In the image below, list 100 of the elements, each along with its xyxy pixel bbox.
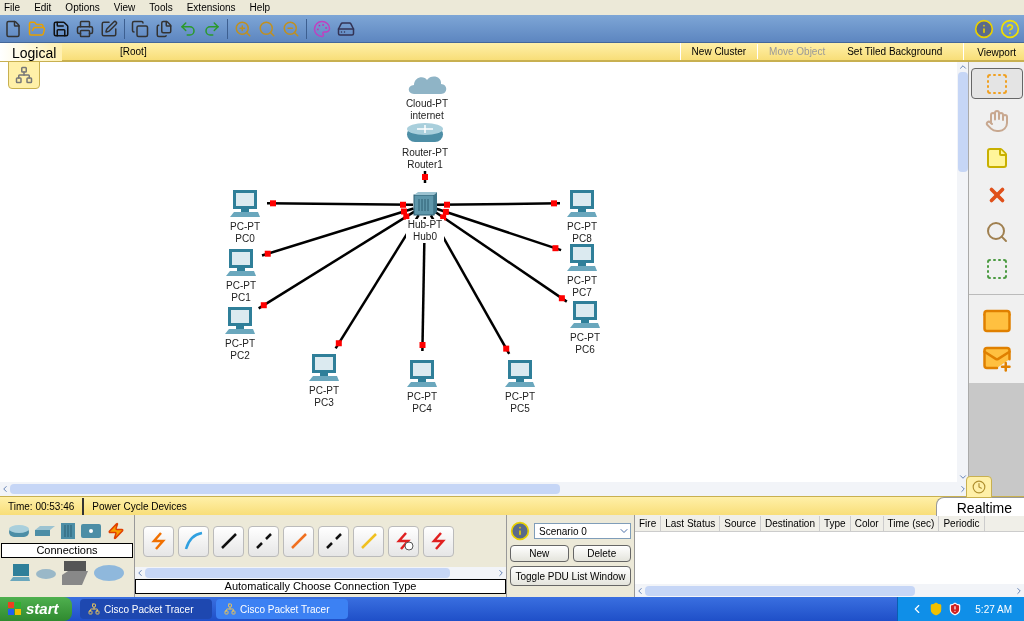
pc-icon [307,353,341,383]
cable-type-button[interactable] [213,525,244,557]
device-name: Hub0 [413,231,437,243]
scroll-down-icon[interactable] [957,472,968,482]
device-name: PC7 [572,287,592,299]
zoom-in-icon[interactable] [234,19,252,38]
vertical-scrollbar[interactable] [957,62,968,482]
device-model: PC-PT [225,338,255,350]
windows-logo-icon [8,602,22,616]
save-icon[interactable] [52,19,70,38]
scroll-right-icon[interactable] [958,484,968,494]
redo-icon[interactable] [203,19,221,38]
column-header[interactable]: Source [720,515,761,531]
realtime-tab[interactable]: Realtime [936,496,1024,516]
cable-type-button[interactable] [318,525,349,557]
scroll-right-icon[interactable] [496,568,506,578]
undo-icon[interactable] [179,19,197,38]
menu-item[interactable]: Extensions [186,0,236,15]
hub-icon[interactable] [61,523,75,539]
scroll-right-icon[interactable] [1014,585,1024,596]
note-icon [984,145,1009,170]
column-header[interactable]: Destination [760,515,820,531]
palette-icon[interactable] [313,19,331,38]
scenario-select[interactable]: Scenario 0 [534,523,631,539]
pc-icon [568,300,602,330]
column-header[interactable]: Fire [635,515,662,531]
app-icon [88,603,100,615]
workspace-action[interactable]: New Cluster [680,44,759,59]
device-name: PC5 [510,403,530,415]
info-icon[interactable] [510,521,530,541]
taskbar-button[interactable]: Cisco Packet Tracer [216,599,348,619]
app-icon [224,603,236,615]
device-model: Hub-PT [407,219,443,231]
copy-icon[interactable] [131,19,149,38]
select-icon [984,71,1009,96]
cable-type-button[interactable] [248,525,279,557]
computer-icon[interactable] [10,564,30,582]
new-file-icon[interactable] [4,19,22,38]
toggle-pdu-button[interactable]: Toggle PDU List Window [510,566,631,586]
zoom-icon[interactable] [258,19,276,38]
connection-type-label: Automatically Choose Connection Type [135,579,506,594]
scenario-button[interactable]: Delete [572,545,631,562]
horizontal-scrollbar[interactable] [135,567,506,579]
lightning-icon[interactable] [107,522,125,540]
device-name: PC4 [412,403,432,415]
device-model: PC-PT [309,385,339,397]
wireless-icon[interactable] [81,524,101,538]
device-name: PC6 [575,344,595,356]
pc-icon [565,189,599,219]
column-header[interactable]: Periodic [939,515,985,531]
device-name: PC0 [235,233,255,245]
device-model: PC-PT [567,221,597,233]
horizontal-scrollbar[interactable] [0,482,968,496]
device-name: internet [410,110,444,122]
scroll-left-icon[interactable] [135,568,145,578]
scenario-button[interactable]: New [510,545,569,562]
switch-icon[interactable] [35,526,55,536]
scroll-left-icon[interactable] [635,585,645,596]
folder-icon[interactable] [28,19,46,38]
cloud-icon[interactable] [94,564,124,582]
taskbar-button[interactable]: Cisco Packet Tracer [80,599,212,619]
edit-icon[interactable] [100,19,118,38]
horizontal-scrollbar[interactable] [635,584,1024,597]
help-icon[interactable] [1000,18,1020,39]
workspace-action[interactable]: Set Tiled Background [836,44,954,59]
realtime-mode-button[interactable] [966,476,992,498]
device-name: Router1 [407,159,443,171]
menu-item[interactable]: Help [249,0,271,15]
scroll-thumb[interactable] [957,72,968,172]
printer-icon[interactable] [76,19,94,38]
hub-icon [412,191,438,217]
pages-icon[interactable] [155,19,173,38]
column-header[interactable]: Color [850,515,884,531]
tool-button[interactable] [970,68,1023,99]
column-header[interactable]: Time (sec) [883,515,940,531]
router-icon[interactable] [9,524,29,538]
power-cycle-button[interactable]: Power Cycle Devices [84,498,195,514]
device-model: PC-PT [226,280,256,292]
menu-item[interactable]: Options [65,0,100,15]
path-label: [Root] [120,45,147,59]
column-header[interactable]: Last Status [661,515,721,531]
info-icon[interactable] [974,18,994,39]
menu-item[interactable]: File [4,0,21,15]
menu-item[interactable]: Edit [34,0,52,15]
column-header[interactable]: Type [820,515,851,531]
shield-alert-icon[interactable] [948,602,963,616]
logical-mode-button[interactable] [8,61,40,89]
menu-item[interactable]: View [113,0,136,15]
cloud-icon[interactable] [36,567,56,579]
device-name: PC3 [314,397,334,409]
zoom-out-icon[interactable] [282,19,300,38]
category-label: Connections [1,543,133,558]
device-icon[interactable] [337,19,355,38]
device-model: Cloud-PT [405,98,449,110]
menu-item[interactable]: Tools [149,0,173,15]
scroll-left-icon[interactable] [0,484,10,494]
device-model: Router-PT [401,147,449,159]
pc-icon [405,359,439,389]
scroll-up-icon[interactable] [957,62,968,72]
viewport-button[interactable]: Viewport [963,43,1024,60]
